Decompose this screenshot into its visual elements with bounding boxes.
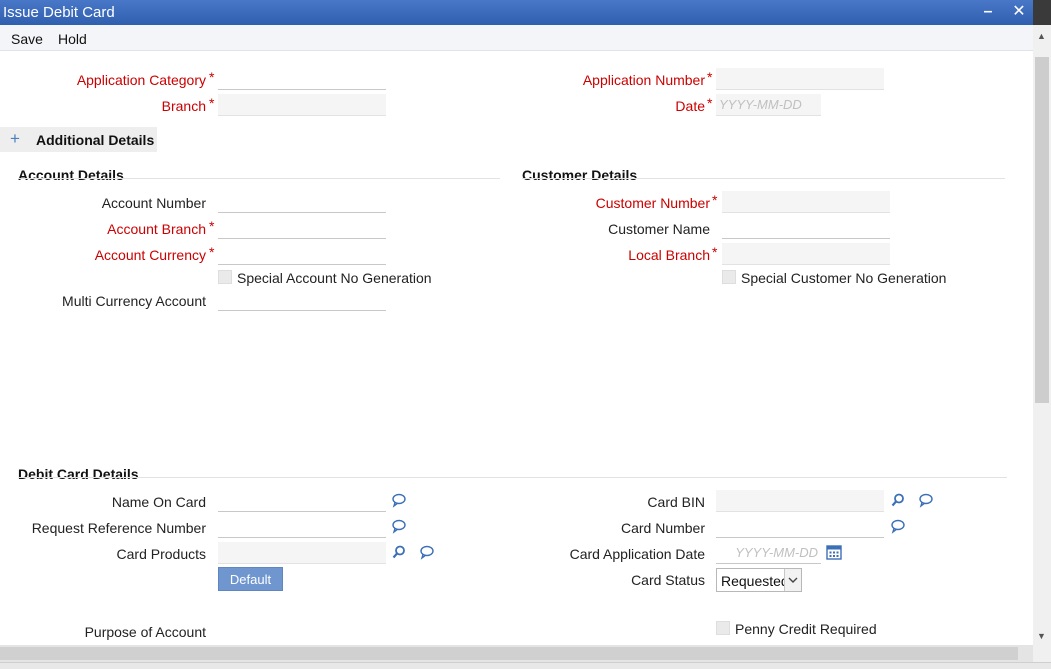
calendar-icon[interactable] bbox=[826, 544, 842, 560]
required-mark: * bbox=[712, 192, 718, 208]
application-category-label: Application Category bbox=[76, 72, 206, 88]
search-icon[interactable] bbox=[391, 544, 407, 560]
special-customer-no-generation-checkbox[interactable] bbox=[722, 270, 736, 284]
card-status-value: Requested bbox=[721, 573, 789, 589]
horizontal-scrollbar[interactable] bbox=[0, 645, 1033, 662]
card-number-label: Card Number bbox=[620, 520, 705, 536]
branch-input[interactable] bbox=[218, 94, 386, 116]
additional-details-label: Additional Details bbox=[36, 132, 155, 148]
additional-details-toggle[interactable]: + Additional Details bbox=[0, 127, 157, 152]
customer-details-title: Customer Details bbox=[522, 167, 638, 183]
section-divider bbox=[18, 178, 500, 179]
account-number-input[interactable] bbox=[218, 191, 386, 213]
required-mark: * bbox=[712, 244, 718, 260]
card-status-select[interactable]: Requested bbox=[716, 568, 802, 592]
vertical-scrollbar[interactable]: ▲ ▼ bbox=[1033, 25, 1051, 645]
account-currency-label: Account Currency bbox=[94, 247, 206, 263]
comment-icon[interactable] bbox=[391, 518, 407, 534]
save-button[interactable]: Save bbox=[11, 31, 43, 47]
card-application-date-input[interactable] bbox=[716, 542, 821, 564]
card-products-input[interactable] bbox=[218, 542, 386, 564]
special-customer-no-generation-label: Special Customer No Generation bbox=[741, 270, 947, 286]
required-mark: * bbox=[209, 95, 215, 111]
penny-credit-required-checkbox[interactable] bbox=[716, 621, 730, 635]
special-account-no-generation-label: Special Account No Generation bbox=[237, 270, 432, 286]
customer-name-input[interactable] bbox=[722, 217, 890, 239]
card-bin-input[interactable] bbox=[716, 490, 884, 512]
customer-number-label: Customer Number bbox=[595, 195, 710, 211]
debit-card-details-title: Debit Card Details bbox=[18, 466, 139, 482]
scroll-up-icon[interactable]: ▲ bbox=[1037, 31, 1046, 41]
comment-icon[interactable] bbox=[918, 492, 934, 508]
chevron-down-icon[interactable] bbox=[784, 569, 801, 591]
application-number-label: Application Number bbox=[582, 72, 705, 88]
customer-name-label: Customer Name bbox=[608, 221, 710, 237]
local-branch-input[interactable] bbox=[722, 243, 890, 265]
required-mark: * bbox=[707, 95, 713, 111]
vertical-scroll-thumb[interactable] bbox=[1035, 57, 1049, 403]
hold-button[interactable]: Hold bbox=[58, 31, 87, 47]
multi-currency-account-label: Multi Currency Account bbox=[62, 293, 206, 309]
application-number-input[interactable] bbox=[716, 68, 884, 90]
purpose-of-account-label: Purpose of Account bbox=[84, 624, 206, 640]
scroll-down-icon[interactable]: ▼ bbox=[1037, 631, 1046, 641]
account-branch-label: Account Branch bbox=[107, 221, 206, 237]
section-divider bbox=[18, 477, 1007, 478]
scrollbar-corner bbox=[1033, 645, 1051, 662]
minimize-button[interactable]: – bbox=[978, 1, 998, 23]
required-mark: * bbox=[209, 69, 215, 85]
request-reference-number-input[interactable] bbox=[218, 516, 386, 538]
top-strip bbox=[1033, 0, 1051, 25]
card-status-label: Card Status bbox=[631, 572, 705, 588]
plus-icon: + bbox=[10, 129, 20, 148]
window-title-bar: Issue Debit Card – ✕ bbox=[0, 0, 1033, 25]
name-on-card-input[interactable] bbox=[218, 490, 386, 512]
account-currency-input[interactable] bbox=[218, 243, 386, 265]
required-mark: * bbox=[209, 244, 215, 260]
local-branch-label: Local Branch bbox=[628, 247, 710, 263]
comment-icon[interactable] bbox=[391, 492, 407, 508]
toolbar: Save Hold bbox=[0, 25, 1033, 51]
required-mark: * bbox=[707, 69, 713, 85]
special-account-no-generation-checkbox[interactable] bbox=[218, 270, 232, 284]
customer-number-input[interactable] bbox=[722, 191, 890, 213]
required-mark: * bbox=[209, 218, 215, 234]
application-category-input[interactable] bbox=[218, 68, 386, 90]
date-label: Date bbox=[675, 98, 705, 114]
window-title: Issue Debit Card bbox=[3, 4, 115, 21]
card-products-label: Card Products bbox=[116, 546, 206, 562]
close-button[interactable]: ✕ bbox=[1009, 1, 1029, 23]
comment-icon[interactable] bbox=[890, 518, 906, 534]
section-divider bbox=[522, 178, 1005, 179]
comment-icon[interactable] bbox=[419, 544, 435, 560]
account-details-title: Account Details bbox=[18, 167, 124, 183]
default-button[interactable]: Default bbox=[218, 567, 283, 591]
bottom-strip bbox=[0, 662, 1051, 669]
card-bin-label: Card BIN bbox=[647, 494, 705, 510]
branch-label: Branch bbox=[161, 98, 206, 114]
name-on-card-label: Name On Card bbox=[111, 494, 206, 510]
card-application-date-label: Card Application Date bbox=[569, 546, 705, 562]
request-reference-number-label: Request Reference Number bbox=[31, 520, 206, 536]
date-input[interactable] bbox=[716, 94, 821, 116]
account-number-label: Account Number bbox=[101, 195, 206, 211]
multi-currency-account-input[interactable] bbox=[218, 289, 386, 311]
account-branch-input[interactable] bbox=[218, 217, 386, 239]
horizontal-scroll-thumb[interactable] bbox=[0, 647, 1018, 660]
search-icon[interactable] bbox=[890, 492, 906, 508]
card-number-input[interactable] bbox=[716, 516, 884, 538]
penny-credit-required-label: Penny Credit Required bbox=[735, 621, 877, 637]
